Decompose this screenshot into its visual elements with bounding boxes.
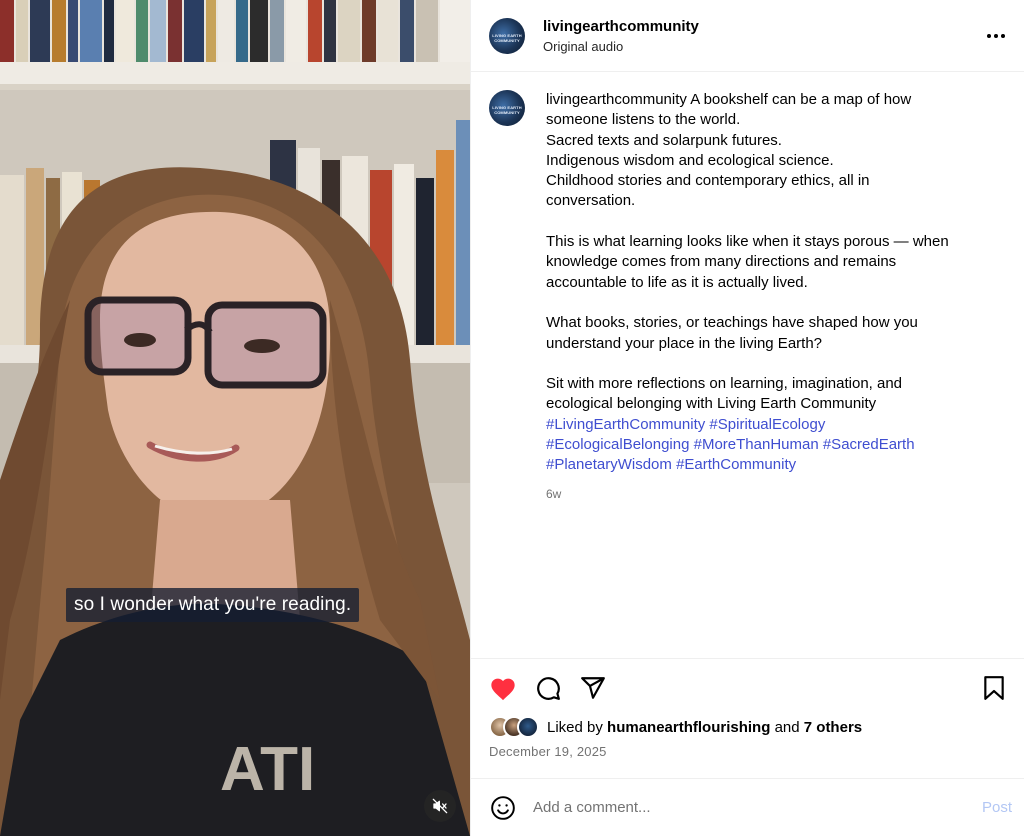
bookmark-icon xyxy=(984,676,1004,700)
author-username[interactable]: livingearthcommunity xyxy=(543,18,984,35)
more-dot-icon xyxy=(1001,33,1005,38)
muted-speaker-icon xyxy=(432,798,448,814)
svg-text:ATI: ATI xyxy=(220,735,315,804)
like-button[interactable] xyxy=(489,674,517,702)
action-icons xyxy=(489,673,1008,703)
save-button[interactable] xyxy=(980,674,1008,702)
post-actions: Liked by humanearthflourishing and 7 oth… xyxy=(471,658,1024,778)
caption-line: Sacred texts and solarpunk futures. xyxy=(546,131,782,149)
caption-line: accountable to life as it is actually li… xyxy=(546,273,808,291)
caption-body: livingearthcommunity A bookshelf can be … xyxy=(546,90,986,504)
caption-line: understand your place in the living Eart… xyxy=(546,334,823,352)
caption-line: Indigenous wisdom and ecological science… xyxy=(546,151,834,169)
author-info: livingearthcommunity Original audio xyxy=(543,18,984,54)
liked-by-prefix: Liked by xyxy=(547,718,603,736)
more-dot-icon xyxy=(994,33,998,38)
caption-text: A bookshelf can be a map of how xyxy=(690,91,912,108)
post-age[interactable]: 6w xyxy=(546,484,986,504)
emoji-button[interactable] xyxy=(489,794,517,822)
post-comment-button[interactable]: Post xyxy=(982,799,1012,816)
post-caption: LIVING EARTH COMMUNITY livingearthcommun… xyxy=(489,90,1008,504)
hashtag-line: #LivingEarthCommunity #SpiritualEcology xyxy=(546,415,986,435)
hashtag-link[interactable]: #MoreThanHuman xyxy=(694,436,819,453)
liker-avatars[interactable] xyxy=(489,716,539,738)
hashtag-line: #EcologicalBelonging #MoreThanHuman #Sac… xyxy=(546,435,986,455)
caption-author-avatar[interactable]: LIVING EARTH COMMUNITY xyxy=(489,90,525,126)
likes-summary: Liked by humanearthflourishing and 7 oth… xyxy=(489,715,1008,739)
post-header: LIVING EARTH COMMUNITY livingearthcommun… xyxy=(471,0,1024,72)
caption-line: This is what learning looks like when it… xyxy=(546,233,949,251)
liker-username[interactable]: humanearthflourishing xyxy=(607,719,770,736)
caption-line: conversation. xyxy=(546,192,636,210)
more-dot-icon xyxy=(987,33,991,38)
hashtag-link[interactable]: #PlanetaryWisdom xyxy=(546,456,672,473)
hashtag-link[interactable]: #EarthCommunity xyxy=(676,456,796,473)
smiley-icon xyxy=(491,795,515,820)
author-avatar[interactable]: LIVING EARTH COMMUNITY xyxy=(489,17,525,54)
hashtag-link[interactable]: #EcologicalBelonging xyxy=(546,436,689,453)
post-date[interactable]: December 19, 2025 xyxy=(489,744,1008,759)
avatar-logo-text: LIVING EARTH COMMUNITY xyxy=(492,32,522,43)
likes-text: Liked by humanearthflourishing and 7 oth… xyxy=(547,719,862,736)
post-viewer: ATI so I wonder what you're reading. LIV… xyxy=(0,0,1024,836)
video-subtitle: so I wonder what you're reading. xyxy=(66,588,360,622)
mute-toggle-button[interactable] xyxy=(424,790,456,822)
caption-line: someone listens to the world. xyxy=(546,111,741,129)
caption-line: What books, stories, or teachings have s… xyxy=(546,314,918,332)
hashtag-line: #PlanetaryWisdom #EarthCommunity xyxy=(546,455,986,475)
hashtag-link[interactable]: #SacredEarth xyxy=(823,436,915,453)
video-frame: ATI xyxy=(0,0,470,836)
comments-section: LIVING EARTH COMMUNITY livingearthcommun… xyxy=(471,72,1024,658)
caption-line: Sit with more reflections on learning, i… xyxy=(546,375,903,393)
others-likes-link[interactable]: 7 others xyxy=(804,719,862,736)
comment-icon xyxy=(537,677,560,700)
liker-avatar xyxy=(517,716,539,738)
hashtag-link[interactable]: #LivingEarthCommunity xyxy=(546,416,705,433)
caption-username[interactable]: livingearthcommunity xyxy=(546,91,687,108)
post-details-panel: LIVING EARTH COMMUNITY livingearthcommun… xyxy=(470,0,1024,836)
video-player[interactable]: ATI so I wonder what you're reading. xyxy=(0,0,470,836)
comment-composer: Post xyxy=(471,778,1024,836)
caption-line: knowledge comes from many directions and… xyxy=(546,253,897,271)
heart-icon xyxy=(491,678,515,701)
liked-by-and: and xyxy=(774,718,800,736)
hashtag-link[interactable]: #SpiritualEcology xyxy=(709,416,825,433)
share-icon xyxy=(581,677,605,699)
audio-label[interactable]: Original audio xyxy=(543,39,984,54)
comment-button[interactable] xyxy=(534,674,562,702)
caption-line: livingearthcommunity A bookshelf can be … xyxy=(546,90,986,110)
comment-input[interactable] xyxy=(533,799,982,816)
more-options-button[interactable] xyxy=(984,24,1008,48)
avatar-logo-text: LIVING EARTH COMMUNITY xyxy=(492,105,522,115)
share-button[interactable] xyxy=(579,674,607,702)
caption-line: Childhood stories and contemporary ethic… xyxy=(546,172,870,190)
caption-line: ecological belonging with Living Earth C… xyxy=(546,395,877,413)
